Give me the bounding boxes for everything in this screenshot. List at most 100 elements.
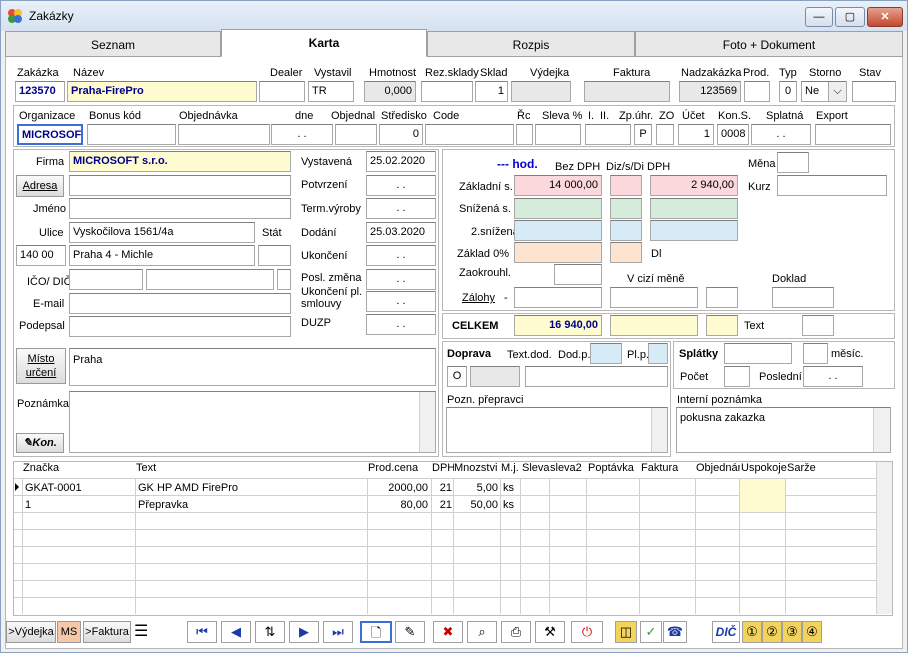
ukoncenipl-field[interactable]: . .: [366, 291, 436, 312]
stredisko-field[interactable]: 0: [379, 124, 423, 145]
col-faktura[interactable]: Faktura: [641, 462, 693, 477]
edit-icon[interactable]: ✎: [395, 621, 425, 643]
text-field[interactable]: [802, 315, 834, 336]
typ-field[interactable]: 0: [779, 81, 797, 102]
col-text[interactable]: Text: [136, 462, 361, 477]
splatky-field[interactable]: [724, 343, 792, 364]
doprava-field[interactable]: O: [447, 366, 467, 387]
mesto-field[interactable]: Praha 4 - Michle: [69, 245, 255, 266]
col-objednar[interactable]: Objednár: [696, 462, 740, 477]
sort-icon[interactable]: ⇅: [255, 621, 285, 643]
zakazka-field[interactable]: 123570: [15, 81, 65, 102]
zakladni-diz-field[interactable]: [610, 175, 642, 196]
snizena-diz-field[interactable]: [610, 198, 642, 219]
potvrzeni-field[interactable]: . .: [366, 175, 436, 196]
row2-mnozstvi[interactable]: 50,00: [454, 499, 498, 511]
rc-field[interactable]: [516, 124, 533, 145]
dodani-field[interactable]: 25.03.2020: [366, 222, 436, 243]
dic-button[interactable]: DIČ: [712, 621, 740, 643]
poznprepravci-field[interactable]: [446, 407, 668, 453]
tab-rozpis[interactable]: Rozpis: [427, 31, 635, 57]
posledni-field[interactable]: . .: [803, 366, 863, 387]
delete-icon[interactable]: ✖: [433, 621, 463, 643]
first-record-icon[interactable]: ⏮: [187, 621, 217, 643]
poznamka-field[interactable]: [69, 391, 436, 453]
zakladni-dph-field[interactable]: 2 940,00: [650, 175, 738, 196]
maximize-button[interactable]: ▢: [835, 7, 865, 27]
jmeno-field[interactable]: [69, 198, 291, 219]
textdod-field[interactable]: [525, 366, 668, 387]
calc3-icon[interactable]: ③: [782, 621, 802, 643]
ukonceni-field[interactable]: . .: [366, 245, 436, 266]
misto-field[interactable]: Praha: [69, 348, 436, 386]
link-icon[interactable]: ✓: [640, 621, 662, 643]
col-sleva[interactable]: Sleva: [522, 462, 552, 477]
dodp-field[interactable]: [590, 343, 622, 364]
nadzakazka-field[interactable]: 123569: [679, 81, 741, 102]
row2-dph[interactable]: 21: [432, 499, 452, 511]
next-record-icon[interactable]: ▶: [289, 621, 319, 643]
col-mnozstvi[interactable]: Mnozstvi: [454, 462, 502, 477]
print-icon[interactable]: ⎙: [501, 621, 531, 643]
kon-button[interactable]: ✎Kon.: [16, 433, 64, 453]
objednavka-field[interactable]: [178, 124, 270, 145]
bonus-field[interactable]: [87, 124, 176, 145]
menu-icon[interactable]: ☰: [134, 621, 148, 641]
cizi-mena-field[interactable]: [610, 287, 698, 308]
psc-field[interactable]: 140 00: [16, 245, 66, 266]
grid-scrollbar[interactable]: [876, 462, 892, 614]
row1-dph[interactable]: 21: [432, 482, 452, 494]
find-icon[interactable]: ⌕: [467, 621, 497, 643]
row1-text[interactable]: GK HP AMD FirePro: [138, 482, 238, 494]
zakladni-bez-field[interactable]: 14 000,00: [514, 175, 602, 196]
export-field[interactable]: [815, 124, 891, 145]
cizi-mena-code-field[interactable]: [706, 287, 738, 308]
zaklad0-bez-field[interactable]: [514, 242, 602, 263]
zpuhr-field[interactable]: P: [634, 124, 652, 145]
tools-icon[interactable]: ⚒: [535, 621, 565, 643]
sleva-field[interactable]: [535, 124, 581, 145]
vystavena-field[interactable]: 25.02.2020: [366, 151, 436, 172]
close-button[interactable]: ✕: [867, 7, 903, 27]
prev-record-icon[interactable]: ◀: [221, 621, 251, 643]
snizena2-dph-field[interactable]: [650, 220, 738, 241]
ico-field[interactable]: [69, 269, 143, 290]
dic-check-field[interactable]: [277, 269, 291, 290]
zo-field[interactable]: [656, 124, 674, 145]
splatna-field[interactable]: . .: [751, 124, 811, 145]
interni-poznamka-field[interactable]: pokusna zakazka: [676, 407, 891, 453]
snizena2-diz-field[interactable]: [610, 220, 642, 241]
zaokrouhl-field[interactable]: [554, 264, 602, 285]
chevron-down-icon[interactable]: ⌵: [828, 82, 846, 101]
email-field[interactable]: [69, 293, 291, 314]
power-icon[interactable]: ⏻: [571, 621, 603, 643]
row1-prodcena[interactable]: 2000,00: [368, 482, 428, 494]
last-record-icon[interactable]: ⏭: [323, 621, 353, 643]
dic-field[interactable]: [146, 269, 274, 290]
dne-field[interactable]: . .: [271, 124, 333, 145]
minimize-button[interactable]: —: [805, 7, 833, 27]
kurz-field[interactable]: [777, 175, 887, 196]
zalohy-field[interactable]: [514, 287, 602, 308]
calc4-icon[interactable]: ④: [802, 621, 822, 643]
vystavil-field[interactable]: TR: [308, 81, 354, 102]
mena-field[interactable]: [777, 152, 809, 173]
ms-button[interactable]: MS: [57, 621, 81, 643]
col-uspokoje[interactable]: Uspokoje: [741, 462, 787, 477]
tab-foto-dokument[interactable]: Foto + Dokument: [635, 31, 903, 57]
storno-select[interactable]: Ne ⌵: [801, 81, 847, 102]
row2-text[interactable]: Přepravka: [138, 499, 188, 511]
ulice-field[interactable]: Vyskočilova 1561/4a: [69, 222, 255, 243]
podepsal-field[interactable]: [69, 316, 291, 337]
duzp-field[interactable]: . .: [366, 314, 436, 335]
termvyroby-field[interactable]: . .: [366, 198, 436, 219]
nazev-field[interactable]: Praha-FirePro: [67, 81, 257, 102]
adresa-button[interactable]: Adresa: [16, 175, 64, 197]
pocet-field[interactable]: [724, 366, 750, 387]
tab-karta[interactable]: Karta: [221, 29, 427, 57]
col-dph[interactable]: DPH: [432, 462, 454, 477]
tag-icon[interactable]: ◫: [615, 621, 637, 643]
poznprepravci-scrollbar[interactable]: [651, 408, 667, 452]
faktura-button[interactable]: >Faktura: [83, 621, 131, 643]
vydejka-button[interactable]: >Výdejka: [6, 621, 56, 643]
